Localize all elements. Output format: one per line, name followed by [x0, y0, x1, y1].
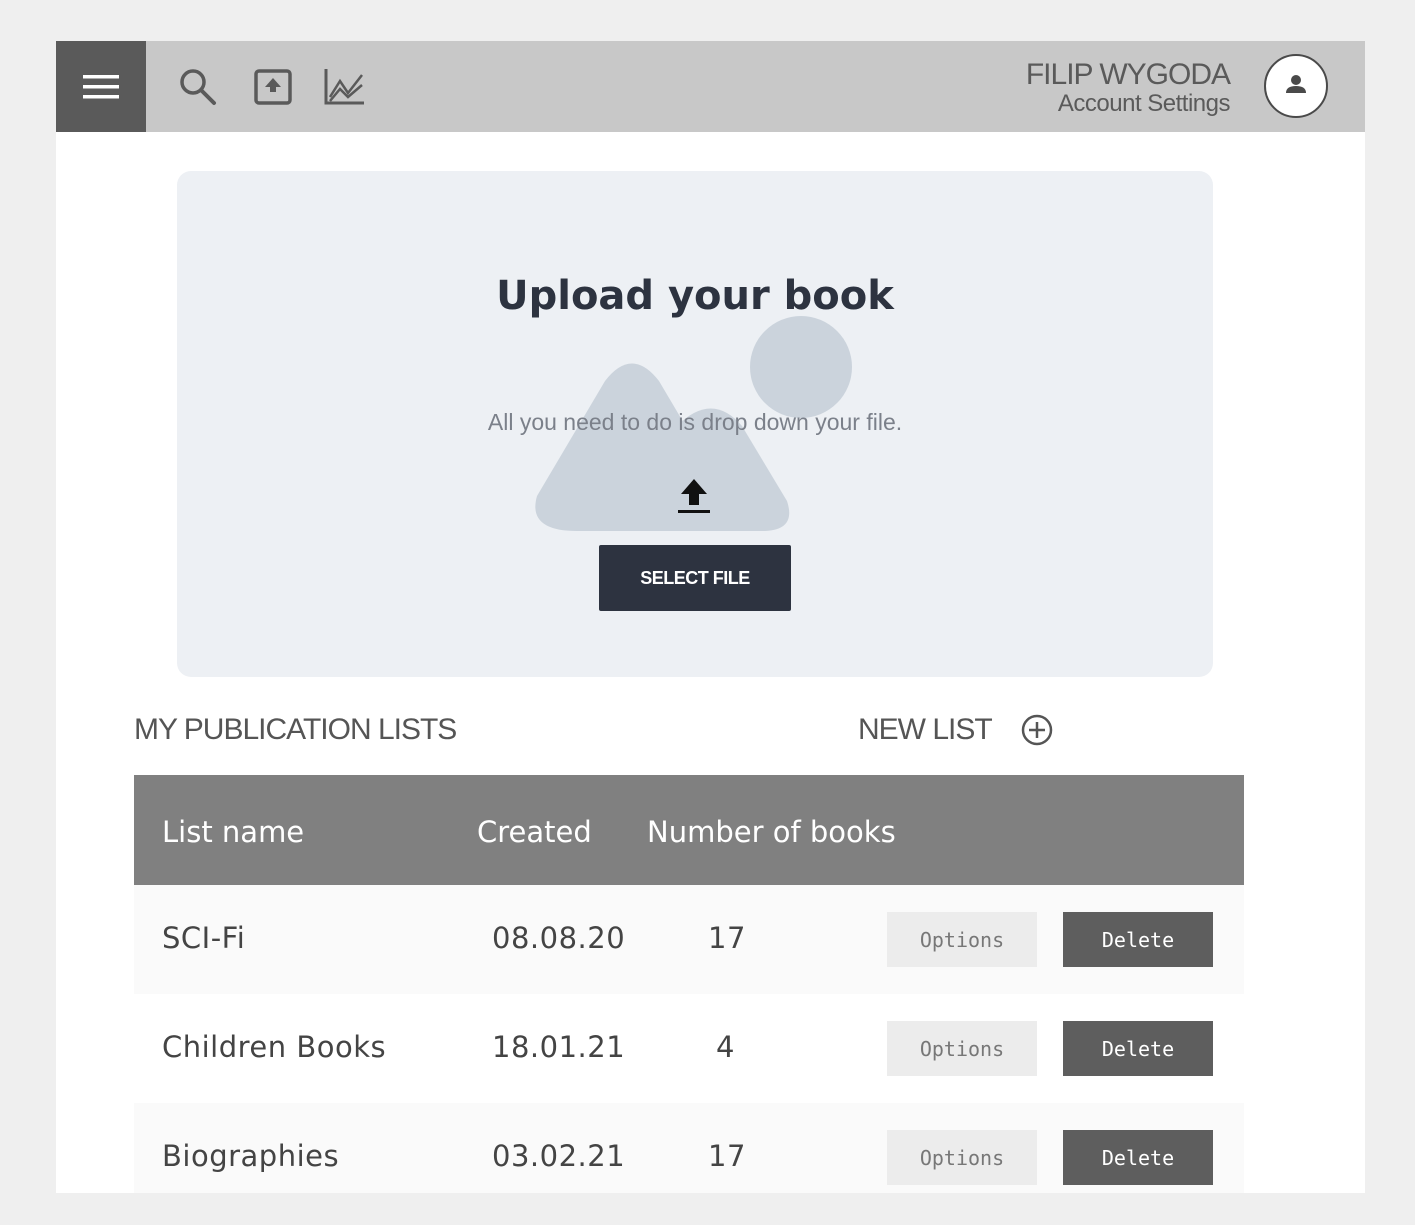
- upload-title: Upload your book: [496, 273, 894, 319]
- column-header-created: Created: [477, 815, 592, 849]
- table-row: Children Books 18.01.21 4 Options Delete: [134, 994, 1244, 1103]
- chart-icon[interactable]: [322, 65, 366, 109]
- created-date: 08.08.20: [492, 921, 626, 955]
- book-count: 17: [708, 921, 746, 955]
- new-list-button[interactable]: NEW LIST: [858, 713, 1054, 747]
- delete-button[interactable]: Delete: [1063, 1021, 1213, 1076]
- search-icon[interactable]: [176, 65, 220, 109]
- upload-description: All you need to do is drop down your fil…: [487, 409, 903, 435]
- list-name: Biographies: [162, 1139, 340, 1173]
- book-count: 17: [708, 1139, 746, 1173]
- app-frame: FILIP WYGODA Account Settings Upload you…: [56, 41, 1365, 1193]
- upload-arrow-icon: [678, 479, 710, 513]
- new-list-label: NEW LIST: [858, 713, 993, 746]
- account-settings-link[interactable]: Account Settings: [1026, 91, 1231, 117]
- menu-button[interactable]: [56, 41, 146, 132]
- menu-icon: [83, 74, 119, 98]
- publication-lists-table: List name Created Number of books SCI-Fi…: [134, 775, 1244, 1193]
- options-button[interactable]: Options: [887, 1130, 1037, 1185]
- created-date: 03.02.21: [492, 1139, 626, 1173]
- book-count: 4: [716, 1030, 735, 1064]
- table-header: List name Created Number of books: [134, 775, 1244, 885]
- upload-dropzone[interactable]: Upload your book All you need to do is d…: [177, 171, 1213, 677]
- section-title: MY PUBLICATION LISTS: [134, 713, 457, 746]
- column-header-list-name: List name: [162, 815, 305, 849]
- list-name: SCI-Fi: [162, 921, 246, 955]
- created-date: 18.01.21: [492, 1030, 626, 1064]
- list-name: Children Books: [162, 1030, 387, 1064]
- options-button[interactable]: Options: [887, 912, 1037, 967]
- plus-circle-icon: [1021, 714, 1052, 746]
- table-row: SCI-Fi 08.08.20 17 Options Delete: [134, 885, 1244, 994]
- upload-box-icon[interactable]: [252, 65, 296, 109]
- options-button[interactable]: Options: [887, 1021, 1037, 1076]
- top-bar: FILIP WYGODA Account Settings: [56, 41, 1365, 132]
- table-row: Biographies 03.02.21 17 Options Delete: [134, 1103, 1244, 1193]
- delete-button[interactable]: Delete: [1063, 1130, 1213, 1185]
- user-info: FILIP WYGODA Account Settings: [1025, 58, 1231, 117]
- column-header-number-of-books: Number of books: [647, 815, 896, 849]
- user-name: FILIP WYGODA: [1025, 58, 1231, 91]
- avatar[interactable]: [1264, 54, 1328, 118]
- user-icon: [1286, 75, 1306, 93]
- delete-button[interactable]: Delete: [1063, 912, 1213, 967]
- select-file-button[interactable]: SELECT FILE: [599, 545, 791, 611]
